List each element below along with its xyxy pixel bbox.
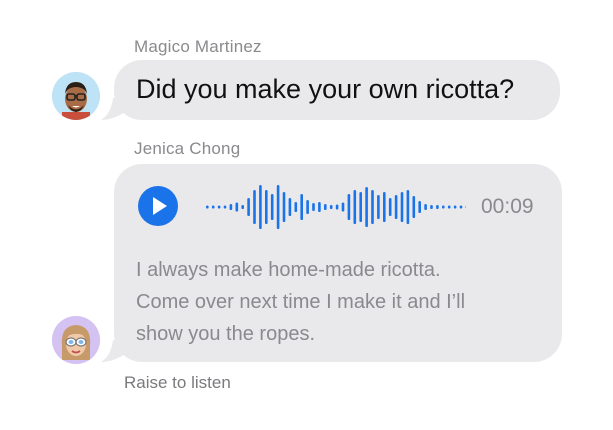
waveform-bar bbox=[442, 205, 445, 209]
transcript-line: Come over next time I make it and I’ll bbox=[136, 291, 466, 313]
audio-waveform[interactable] bbox=[206, 180, 466, 234]
waveform-bar bbox=[241, 205, 244, 209]
waveform-bar bbox=[347, 194, 351, 220]
waveform-bar bbox=[406, 190, 410, 224]
waveform-bar bbox=[282, 192, 286, 222]
memoji-man-glasses-icon bbox=[52, 72, 100, 120]
waveform-bar bbox=[294, 202, 298, 212]
waveform-bar bbox=[329, 205, 333, 209]
avatar[interactable] bbox=[52, 316, 100, 364]
transcript-line: show you the ropes. bbox=[136, 323, 315, 345]
waveform-bar bbox=[211, 205, 215, 209]
waveform-bar bbox=[223, 205, 227, 209]
avatar[interactable] bbox=[52, 72, 100, 120]
waveform-bar bbox=[394, 195, 398, 219]
waveform-bar bbox=[229, 204, 233, 210]
waveform-bar bbox=[365, 187, 368, 227]
waveform-bar bbox=[300, 194, 303, 220]
waveform-bar bbox=[353, 190, 357, 224]
waveform-bar bbox=[412, 196, 416, 218]
play-icon bbox=[153, 197, 167, 215]
waveform-bar bbox=[270, 194, 274, 220]
waveform-bar bbox=[371, 190, 374, 224]
waveform-bar bbox=[306, 200, 309, 214]
waveform-bar bbox=[418, 201, 421, 213]
play-button[interactable] bbox=[138, 186, 178, 226]
bubble-tail bbox=[101, 98, 125, 120]
waveform-bar bbox=[424, 204, 427, 210]
waveform-bar bbox=[288, 198, 292, 216]
audio-transcript: I always make home-made ricotta. Come ov… bbox=[136, 254, 546, 350]
bubble-tail bbox=[101, 340, 125, 362]
waveform-bar bbox=[318, 202, 321, 212]
waveform-bar bbox=[312, 203, 315, 211]
message-text: Did you make your own ricotta? bbox=[136, 74, 515, 104]
waveform-bar bbox=[400, 192, 404, 222]
waveform-bar bbox=[383, 192, 386, 222]
memoji-woman-sunglasses-icon bbox=[52, 316, 100, 364]
waveform-bar bbox=[459, 205, 463, 209]
transcript-line: I always make home-made ricotta. bbox=[136, 259, 441, 281]
waveform-bar bbox=[247, 198, 250, 216]
waveform-bar bbox=[430, 205, 433, 209]
waveform-bar bbox=[253, 190, 256, 224]
waveform-bar bbox=[259, 185, 262, 229]
sender-name: Jenica Chong bbox=[134, 139, 241, 158]
waveform-bar bbox=[276, 185, 280, 229]
audio-duration: 00:09 bbox=[481, 195, 534, 218]
waveform-bar bbox=[453, 205, 457, 209]
waveform-bar bbox=[206, 205, 209, 209]
waveform-bar bbox=[447, 205, 451, 209]
sender-name: Magico Martinez bbox=[134, 37, 262, 56]
waveform-bar bbox=[388, 198, 392, 216]
waveform-bar bbox=[265, 190, 268, 224]
waveform-bar bbox=[377, 195, 380, 219]
waveform-bar bbox=[217, 205, 221, 209]
waveform-bar bbox=[436, 205, 439, 209]
waveform-bar bbox=[359, 192, 362, 222]
raise-to-listen-hint: Raise to listen bbox=[124, 373, 231, 392]
waveform-bar bbox=[335, 204, 339, 210]
waveform-bar bbox=[341, 202, 345, 212]
waveform-bar bbox=[235, 202, 239, 212]
waveform-bar bbox=[324, 204, 327, 210]
